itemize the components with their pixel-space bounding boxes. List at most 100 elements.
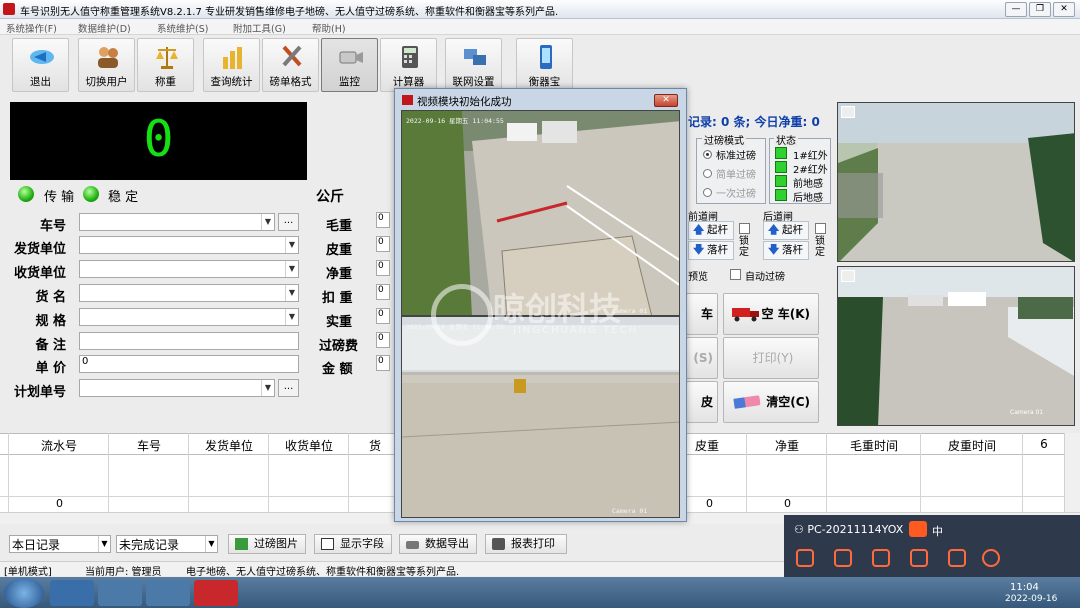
col-more[interactable]: 6: [1024, 437, 1064, 451]
mode-standard-radio[interactable]: [703, 150, 712, 159]
minimize-button[interactable]: —: [1005, 2, 1027, 17]
net-field[interactable]: 0: [376, 260, 390, 276]
mode-simple-radio[interactable]: [703, 169, 712, 178]
col-sender[interactable]: 发货单位: [190, 437, 268, 454]
menu-help[interactable]: 帮助(H): [312, 21, 346, 35]
col-net[interactable]: 净重: [748, 437, 826, 454]
empty-truck-label: 空 车(K): [761, 307, 810, 321]
chat-icon[interactable]: [796, 549, 814, 567]
actual-field[interactable]: 0: [376, 308, 390, 324]
rear-gate-lock-checkbox[interactable]: [815, 223, 826, 234]
dialog-close-button[interactable]: ✕: [654, 94, 678, 107]
col-goods[interactable]: 货: [350, 437, 400, 454]
weigh-images-button[interactable]: 过磅图片: [228, 534, 306, 554]
taskbar-explorer-icon[interactable]: [98, 580, 142, 606]
clear-button[interactable]: 清空(C): [723, 381, 819, 423]
col-serial[interactable]: 流水号: [10, 437, 108, 454]
mode-once-radio[interactable]: [703, 188, 712, 197]
close-circle-icon[interactable]: [982, 549, 1000, 567]
calculator-icon: [402, 46, 418, 68]
record-range-select[interactable]: 本日记录 ▼: [9, 535, 111, 553]
close-button[interactable]: ✕: [1053, 2, 1075, 17]
weigh-button[interactable]: 称重: [137, 38, 194, 92]
front-gate-raise-button[interactable]: 🡅 起杆: [688, 221, 734, 240]
ticket-format-label: 磅单格式: [269, 76, 312, 88]
sogou-logo-icon[interactable]: [909, 521, 927, 537]
mode-title: 过磅模式: [702, 132, 746, 147]
vehicle-combo[interactable]: ▼: [79, 213, 275, 231]
ime-lang[interactable]: 中: [932, 523, 943, 539]
restore-button[interactable]: ❐: [1029, 2, 1051, 17]
col-vehicle[interactable]: 车号: [110, 437, 188, 454]
print-z-button[interactable]: 车(Z): [686, 293, 718, 361]
status-led-icon: [775, 161, 787, 173]
taskbar-ie-icon[interactable]: [50, 580, 94, 606]
fee-field[interactable]: 0: [376, 332, 390, 348]
tare-partial-button[interactable]: 皮: [686, 381, 718, 423]
taskbar-camera-icon[interactable]: [146, 580, 190, 606]
taskbar-weigh-app-icon[interactable]: [194, 580, 238, 606]
vehicle-more-button[interactable]: ...: [278, 213, 299, 231]
print-button[interactable]: 打印(Y): [723, 337, 819, 379]
front-gate-lock-checkbox[interactable]: [739, 223, 750, 234]
keyboard-icon[interactable]: [872, 549, 890, 567]
remark-label: 备 注: [35, 338, 66, 353]
rear-gate-raise-button[interactable]: 🡅 起杆: [763, 221, 809, 240]
mode-standard-label: 标准过磅: [716, 151, 756, 162]
export-data-button[interactable]: 数据导出: [399, 534, 477, 554]
text-icon[interactable]: [910, 549, 928, 567]
menu-tools[interactable]: 附加工具(G): [233, 21, 286, 35]
rear-gate-lock-label: 锁定: [815, 236, 825, 258]
rear-raise-label: 起杆: [782, 224, 803, 236]
col-receiver[interactable]: 收货单位: [270, 437, 348, 454]
monitor-label: 监控: [339, 76, 360, 88]
show-fields-label: 显示字段: [340, 537, 384, 550]
col-tare-time[interactable]: 皮重时间: [922, 437, 1022, 454]
share-icon[interactable]: [948, 549, 966, 567]
remark-input[interactable]: [79, 332, 299, 350]
rear-lower-label: 落杆: [782, 244, 803, 256]
rear-gate-lower-button[interactable]: 🡇 落杆: [763, 241, 809, 260]
ticket-format-button[interactable]: 磅单格式: [262, 38, 319, 92]
snapshot-icon[interactable]: [841, 270, 855, 282]
menu-data[interactable]: 数据维护(D): [78, 21, 131, 35]
vertical-scrollbar[interactable]: [1064, 433, 1080, 512]
monitor-button[interactable]: 监控: [321, 38, 378, 92]
gross-field[interactable]: 0: [376, 212, 390, 228]
sender-combo[interactable]: ▼: [79, 236, 299, 254]
record-status-select[interactable]: 未完成记录 ▼: [116, 535, 218, 553]
status-ir1: 1#红外: [793, 151, 828, 162]
goods-combo[interactable]: ▼: [79, 284, 299, 302]
price-input[interactable]: 0: [79, 355, 299, 373]
query-stats-button[interactable]: 查询统计: [203, 38, 260, 92]
snapshot-icon[interactable]: [841, 106, 855, 118]
start-button[interactable]: [4, 578, 44, 608]
plan-number-combo[interactable]: ▼: [79, 379, 275, 397]
title-bar: 车号识别无人值守称重管理系统V8.2.1.7 专业研发销售维修电子地磅、无人值守…: [0, 0, 1080, 19]
microphone-icon[interactable]: [834, 549, 852, 567]
front-gate-lower-button[interactable]: 🡇 落杆: [688, 241, 734, 260]
switch-user-button[interactable]: 切换用户: [78, 38, 135, 92]
save-s-button[interactable]: (S): [686, 337, 718, 379]
spec-combo[interactable]: ▼: [79, 308, 299, 326]
stable-label: 稳 定: [108, 190, 139, 205]
exit-button[interactable]: 退出: [12, 38, 69, 92]
tare-field[interactable]: 0: [376, 236, 390, 252]
deduct-field[interactable]: 0: [376, 284, 390, 300]
calculator-button[interactable]: 计算器: [380, 38, 437, 92]
network-icon: [464, 49, 486, 65]
network-settings-label: 联网设置: [452, 76, 495, 88]
network-settings-button[interactable]: 联网设置: [445, 38, 502, 92]
amount-field[interactable]: 0: [376, 355, 390, 371]
receiver-combo[interactable]: ▼: [79, 260, 299, 278]
menu-system[interactable]: 系统操作(F): [6, 21, 57, 35]
col-gross-time[interactable]: 毛重时间: [828, 437, 920, 454]
empty-truck-button[interactable]: 空 车(K): [723, 293, 819, 335]
plan-more-button[interactable]: ...: [278, 379, 299, 397]
report-print-button[interactable]: 报表打印: [485, 534, 567, 554]
hengqibao-button[interactable]: 衡器宝: [516, 38, 573, 92]
auto-weigh-checkbox[interactable]: [730, 269, 741, 280]
menu-maintenance[interactable]: 系统维护(S): [157, 21, 208, 35]
weight-display: 0: [10, 102, 307, 180]
show-fields-button[interactable]: 显示字段: [314, 534, 392, 554]
